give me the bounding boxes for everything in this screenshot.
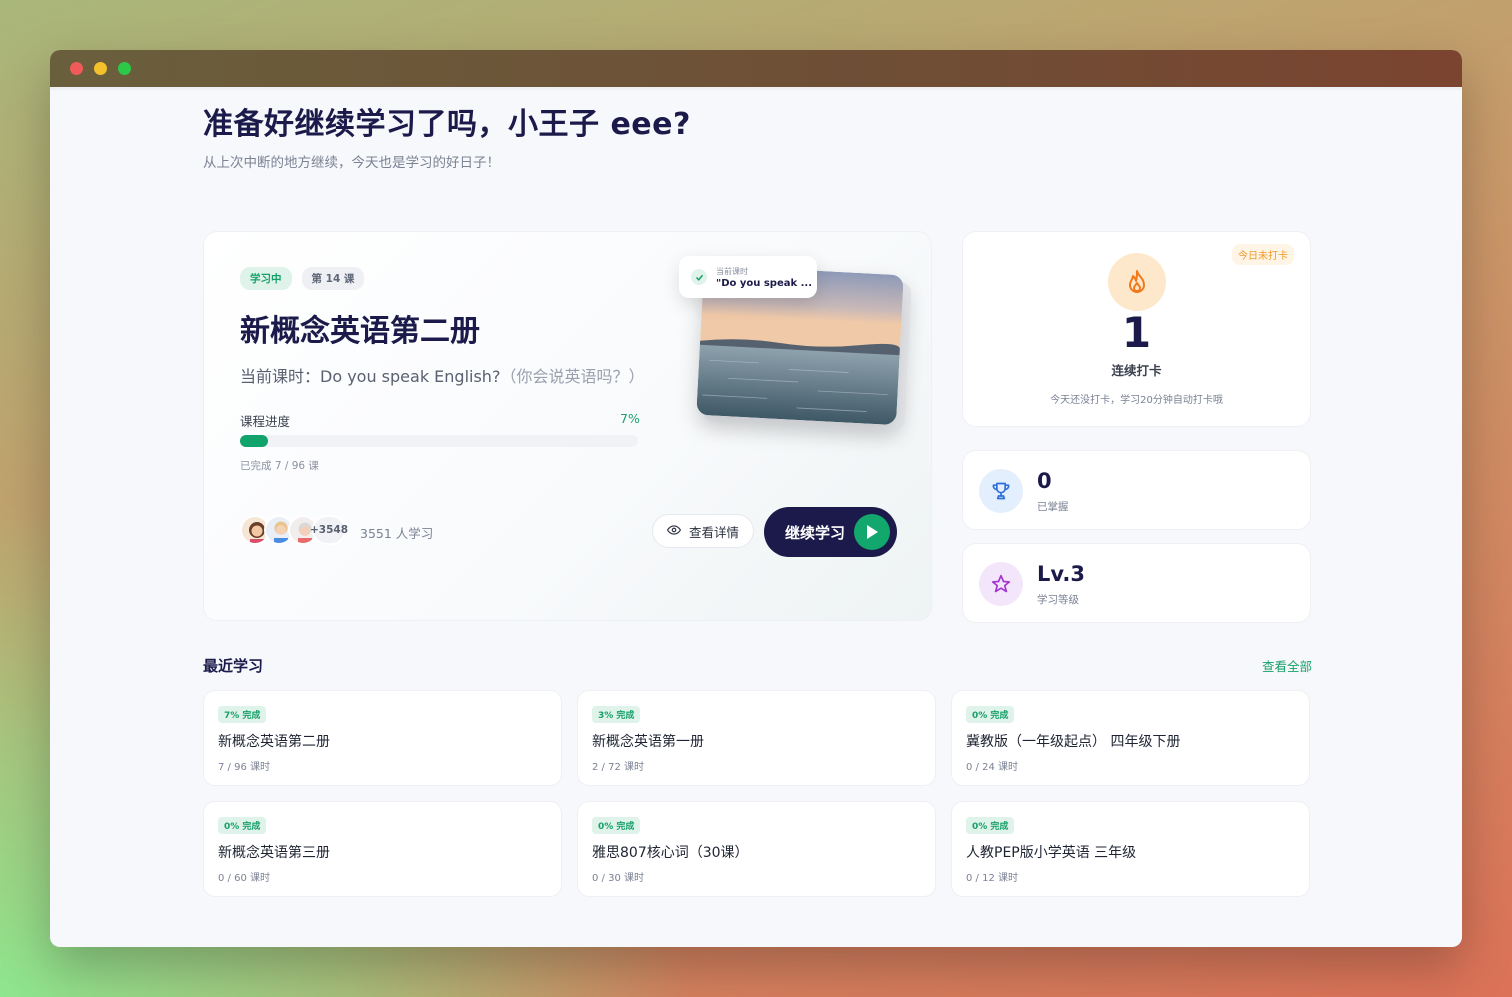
progress-summary: 已完成 7 / 96 课 — [240, 460, 319, 472]
streak-label: 连续打卡 — [1111, 363, 1162, 378]
current-lesson-cn: （你会说英语吗？） — [500, 367, 645, 386]
recent-course-card[interactable]: 0% 完成 新概念英语第三册 0 / 60 课时 — [203, 801, 562, 897]
page-title: 准备好继续学习了吗，小王子 eee? — [203, 107, 691, 142]
view-details-button[interactable]: 查看详情 — [652, 514, 754, 548]
view-all-link[interactable]: 查看全部 — [1262, 656, 1312, 675]
streak-note: 今天还没打卡，学习20分钟自动打卡哦 — [1050, 395, 1223, 406]
app-window: 准备好继续学习了吗，小王子 eee? 从上次中断的地方继续，今天也是学习的好日子… — [50, 50, 1462, 947]
continue-learning-label: 继续学习 — [785, 523, 846, 542]
recent-courses-grid: 7% 完成 新概念英语第二册 7 / 96 课时 3% 完成 新概念英语第一册 … — [203, 690, 1311, 897]
progress-percent: 7% — [620, 411, 640, 426]
trophy-icon — [979, 469, 1023, 513]
course-name: 新概念英语第二册 — [218, 734, 330, 750]
lesson-count: 0 / 24 课时 — [966, 762, 1018, 773]
lesson-count: 0 / 12 课时 — [966, 873, 1018, 884]
lesson-count: 0 / 60 课时 — [218, 873, 270, 884]
learner-count: 3551 人学习 — [360, 526, 434, 541]
recent-course-card[interactable]: 0% 完成 人教PEP版小学英语 三年级 0 / 12 课时 — [951, 801, 1310, 897]
lesson-count: 0 / 30 课时 — [592, 873, 644, 884]
checkin-status-badge: 今日未打卡 — [1232, 244, 1294, 265]
recent-course-card[interactable]: 3% 完成 新概念英语第一册 2 / 72 课时 — [577, 690, 936, 786]
completion-badge: 0% 完成 — [966, 706, 1015, 723]
more-learners-count: +3548 — [310, 515, 348, 545]
lesson-count: 7 / 96 课时 — [218, 762, 270, 773]
popup-caption: 当前课时 — [716, 266, 748, 276]
level-label: 学习等级 — [1037, 594, 1079, 606]
progress-bar-fill — [240, 435, 268, 447]
course-name: 人教PEP版小学英语 三年级 — [966, 845, 1137, 861]
completion-badge: 7% 完成 — [218, 706, 267, 723]
view-details-label: 查看详情 — [688, 524, 739, 540]
course-title: 新概念英语第二册 — [240, 314, 480, 349]
current-lesson-popup: 当前课时 "Do you speak ... — [679, 256, 817, 298]
play-icon — [854, 514, 890, 550]
recent-course-card[interactable]: 7% 完成 新概念英语第二册 7 / 96 课时 — [203, 690, 562, 786]
level-stat-card: Lv.3 学习等级 — [962, 543, 1311, 623]
completion-badge: 0% 完成 — [592, 817, 641, 834]
lesson-number-badge: 第 14 课 — [301, 267, 365, 290]
completion-badge: 3% 完成 — [592, 706, 641, 723]
status-badge: 学习中 — [240, 267, 292, 290]
streak-card: 今日未打卡 1 连续打卡 今天还没打卡，学习20分钟自动打卡哦 — [962, 231, 1311, 427]
page-subtitle: 从上次中断的地方继续，今天也是学习的好日子！ — [203, 155, 500, 171]
minimize-window-button[interactable] — [94, 62, 107, 75]
star-icon — [979, 562, 1023, 606]
recent-course-card[interactable]: 0% 完成 冀教版（一年级起点） 四年级下册 0 / 24 课时 — [951, 690, 1310, 786]
course-name: 新概念英语第三册 — [218, 845, 330, 861]
learner-avatars: +3548 — [240, 515, 348, 545]
course-name: 冀教版（一年级起点） 四年级下册 — [966, 734, 1181, 750]
mastered-stat-card: 0 已掌握 — [962, 450, 1311, 530]
completion-badge: 0% 完成 — [966, 817, 1015, 834]
maximize-window-button[interactable] — [118, 62, 131, 75]
level-value: Lv.3 — [1037, 562, 1085, 586]
current-course-card: 学习中 第 14 课 新概念英语第二册 当前课时：Do you speak En… — [203, 231, 932, 621]
progress-bar — [240, 435, 638, 447]
recent-course-card[interactable]: 0% 完成 雅思807核心词（30课） 0 / 30 课时 — [577, 801, 936, 897]
main-content: 准备好继续学习了吗，小王子 eee? 从上次中断的地方继续，今天也是学习的好日子… — [203, 93, 1312, 897]
course-name: 雅思807核心词（30课） — [592, 845, 749, 861]
course-name: 新概念英语第一册 — [592, 734, 704, 750]
check-icon — [691, 269, 707, 285]
close-window-button[interactable] — [70, 62, 83, 75]
current-lesson: 当前课时：Do you speak English?（你会说英语吗？） — [240, 363, 644, 387]
eye-icon — [666, 523, 682, 540]
recent-section-title: 最近学习 — [203, 657, 264, 675]
flame-icon — [1108, 253, 1166, 311]
popup-lesson-title: "Do you speak ... — [716, 277, 813, 289]
continue-learning-button[interactable]: 继续学习 — [764, 507, 897, 557]
mastered-count: 0 — [1037, 469, 1052, 493]
progress-label: 课程进度 — [240, 414, 291, 429]
course-badges: 学习中 第 14 课 — [240, 267, 365, 290]
streak-count: 1 — [1121, 308, 1152, 357]
window-titlebar — [50, 50, 1462, 90]
completion-badge: 0% 完成 — [218, 817, 267, 834]
mastered-label: 已掌握 — [1037, 501, 1069, 513]
lesson-count: 2 / 72 课时 — [592, 762, 644, 773]
current-lesson-en: 当前课时：Do you speak English? — [240, 367, 501, 386]
